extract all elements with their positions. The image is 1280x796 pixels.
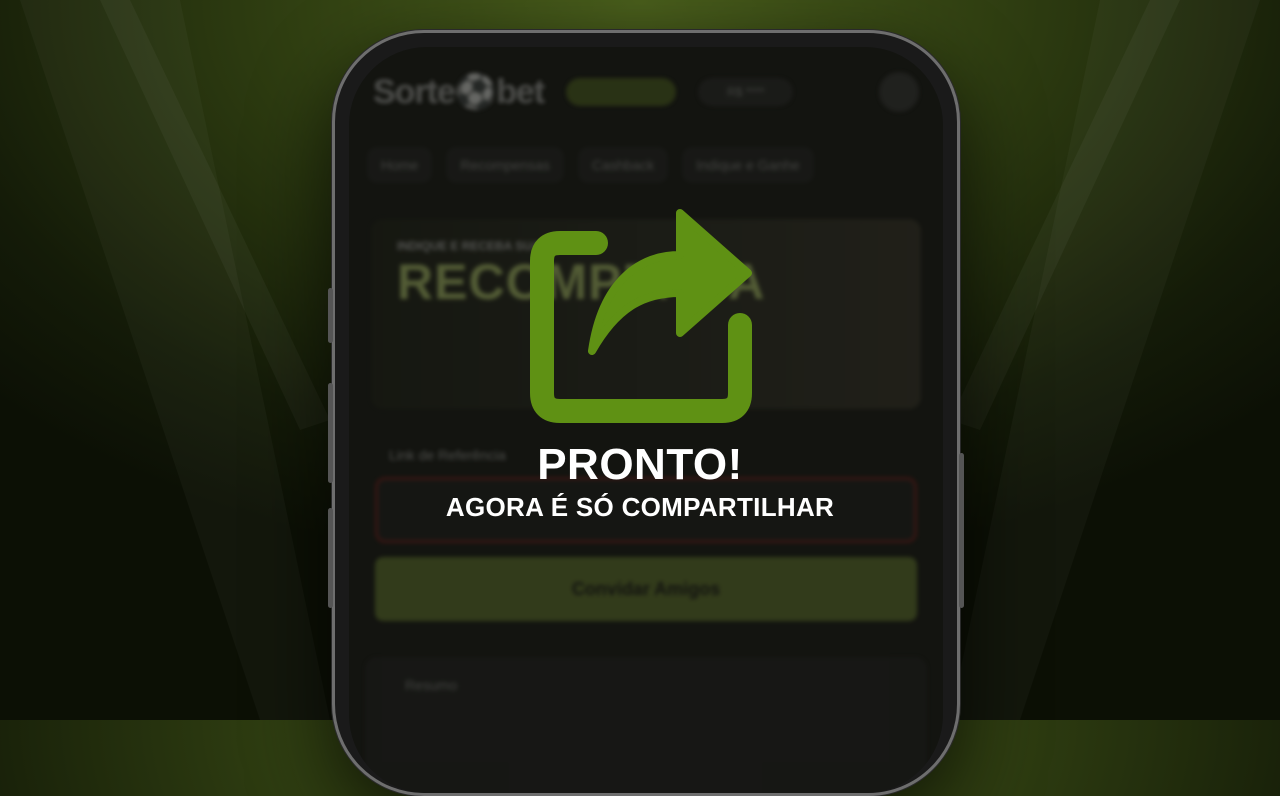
nav-item-recompensas[interactable]: Recompensas bbox=[446, 147, 564, 183]
nav-item-cashback[interactable]: Cashback bbox=[577, 147, 669, 183]
phone-mute-button bbox=[328, 288, 333, 343]
summary-panel: Resumo bbox=[365, 657, 927, 793]
avatar[interactable] bbox=[879, 72, 919, 112]
invite-friends-button[interactable]: Convidar Amigos bbox=[375, 557, 917, 621]
balance-display[interactable]: R$ **** bbox=[698, 78, 794, 106]
deposit-button[interactable] bbox=[566, 78, 677, 106]
overlay-title: PRONTO! bbox=[537, 440, 743, 489]
nav-item-indique[interactable]: Indique e Ganhe bbox=[682, 147, 814, 183]
overlay-subtitle: AGORA É SÓ COMPARTILHAR bbox=[445, 492, 835, 522]
phone-volume-down-button bbox=[328, 508, 333, 608]
app-header: Sorte⚽bet R$ **** bbox=[349, 47, 943, 137]
app-nav: Home Recompensas Cashback Indique e Ganh… bbox=[349, 137, 943, 193]
summary-label: Resumo bbox=[405, 677, 458, 693]
nav-item-home[interactable]: Home bbox=[367, 147, 433, 183]
brand-logo[interactable]: Sorte⚽bet bbox=[373, 72, 545, 112]
share-icon bbox=[530, 209, 752, 423]
